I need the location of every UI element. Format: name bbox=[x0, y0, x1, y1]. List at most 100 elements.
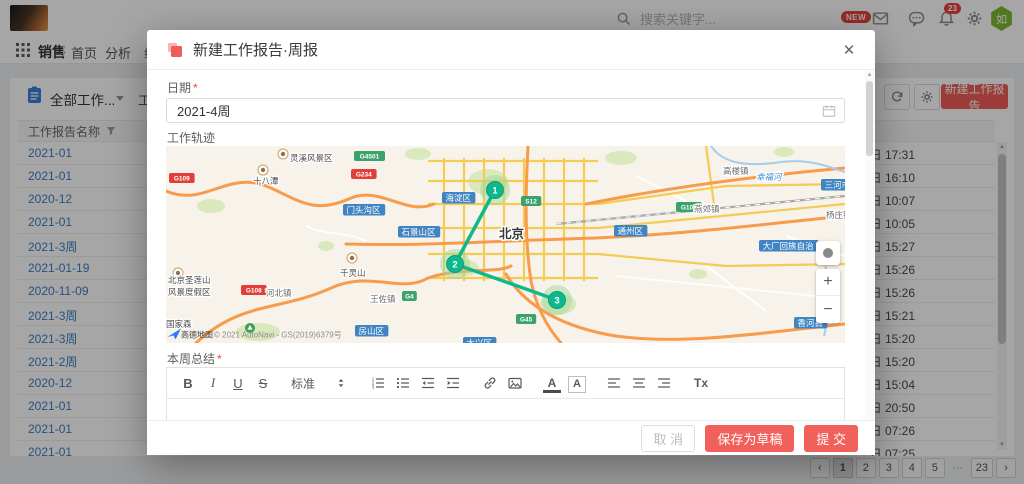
work-track-map[interactable]: G109G234G108G4501S12G102G4G45海淀区门头沟区石景山区… bbox=[166, 146, 845, 343]
editor-strikethrough-button[interactable]: S bbox=[254, 372, 272, 394]
editor-align-center-button[interactable] bbox=[630, 372, 648, 394]
editor-italic-button[interactable]: I bbox=[204, 372, 222, 394]
district-label: 通州区 bbox=[614, 225, 647, 237]
map-locate-button[interactable] bbox=[816, 241, 840, 265]
map-city-label: 北京 bbox=[499, 226, 525, 241]
screen: 搜索关键字... NEW 23 如 bbox=[0, 0, 1024, 484]
map-zoom-control: + − bbox=[816, 269, 840, 323]
svg-text:S12: S12 bbox=[525, 199, 537, 206]
map-town-label: 风景度假区 bbox=[168, 287, 211, 297]
district-label: 海淀区 bbox=[442, 192, 475, 204]
svg-text:3: 3 bbox=[554, 295, 559, 306]
report-icon bbox=[167, 42, 183, 58]
map-park bbox=[405, 148, 431, 160]
editor-image-button[interactable] bbox=[506, 372, 524, 394]
map-marker-3[interactable]: 3 bbox=[549, 292, 566, 309]
amap-logo-text: 高德地图 bbox=[181, 330, 213, 340]
map-park bbox=[689, 269, 707, 279]
zoom-in-button[interactable]: + bbox=[816, 269, 840, 296]
new-work-report-modal: 新建工作报告·周报 ✕ 日期* 2021-4周 工作轨迹 G109 G234 G10… bbox=[147, 30, 875, 455]
map-town-label: 杨庄镇 bbox=[826, 210, 845, 220]
editor-indent-button[interactable] bbox=[444, 372, 462, 394]
zoom-out-button[interactable]: − bbox=[816, 296, 840, 323]
road-badge-G108: G108 bbox=[241, 285, 267, 295]
save-draft-button[interactable]: 保存为草稿 bbox=[705, 425, 794, 452]
map-copyright: © 2021 AutoNavi - GS(2019)6379号 bbox=[214, 331, 342, 340]
map-park bbox=[605, 151, 637, 165]
svg-text:房山区: 房山区 bbox=[359, 326, 385, 336]
district-label: 石景山区 bbox=[398, 226, 440, 238]
modal-scrollbar[interactable]: ▲ bbox=[865, 71, 874, 420]
required-mark: * bbox=[217, 352, 222, 366]
locate-dot-icon bbox=[823, 248, 833, 258]
district-label: 房山区 bbox=[355, 325, 388, 337]
rich-text-editor: BIUS 标准 123 AA Tx bbox=[166, 367, 845, 420]
svg-text:G4501: G4501 bbox=[360, 154, 380, 161]
date-input[interactable]: 2021-4周 bbox=[166, 98, 845, 123]
map-marker-1[interactable]: 1 bbox=[487, 182, 504, 199]
map-town-label: 国家森 bbox=[166, 319, 192, 329]
district-label: 三河市 bbox=[821, 179, 845, 191]
editor-align-right-button[interactable] bbox=[655, 372, 673, 394]
summary-label: 本周总结* bbox=[167, 350, 222, 367]
svg-text:3: 3 bbox=[372, 385, 375, 390]
road-badge-S12: S12 bbox=[521, 196, 541, 206]
road-badge-G4: G4 bbox=[402, 291, 417, 301]
svg-text:G109: G109 bbox=[174, 176, 190, 183]
map-town-label: 北京圣莲山 bbox=[168, 275, 211, 285]
road-badge-G109: G109 bbox=[169, 173, 195, 183]
map-town-label: 灵溪风景区 bbox=[290, 153, 333, 163]
map-town-label: 幸福河 bbox=[756, 172, 783, 182]
svg-text:G4: G4 bbox=[405, 294, 414, 301]
date-label: 日期* bbox=[167, 79, 198, 96]
map-town-label: 河北镇 bbox=[266, 288, 292, 298]
district-label: 大厂回族自治 bbox=[759, 240, 819, 252]
svg-text:1: 1 bbox=[492, 185, 498, 196]
scrollbar-thumb[interactable] bbox=[866, 81, 873, 156]
svg-text:G234: G234 bbox=[356, 172, 372, 179]
date-value: 2021-4周 bbox=[177, 101, 230, 120]
editor-ordered-list-button[interactable]: 123 bbox=[369, 372, 387, 394]
map-park bbox=[197, 199, 225, 213]
editor-link-button[interactable] bbox=[481, 372, 499, 394]
map-marker-2[interactable]: 2 bbox=[447, 256, 464, 273]
modal-title: 新建工作报告·周报 bbox=[193, 39, 318, 60]
editor-font-size-button[interactable]: 标准 bbox=[291, 372, 325, 394]
map-town-label: 王佐镇 bbox=[370, 294, 396, 304]
svg-text:三河市: 三河市 bbox=[825, 180, 846, 190]
svg-text:石景山区: 石景山区 bbox=[402, 227, 437, 237]
svg-text:大兴区: 大兴区 bbox=[467, 338, 493, 343]
editor-size-stepper-button[interactable] bbox=[332, 372, 350, 394]
editor-clear-format-button[interactable]: Tx bbox=[692, 372, 710, 394]
map-town-label: 千灵山 bbox=[340, 268, 366, 278]
track-label: 工作轨迹 bbox=[167, 129, 215, 146]
map-park bbox=[318, 241, 334, 251]
map-town-label: 燕郊镇 bbox=[694, 204, 720, 214]
svg-text:G108: G108 bbox=[246, 288, 262, 295]
editor-content[interactable] bbox=[167, 399, 844, 420]
editor-align-left-button[interactable] bbox=[605, 372, 623, 394]
cancel-button[interactable]: 取 消 bbox=[641, 425, 695, 452]
map-town-label: 十八潭 bbox=[253, 176, 279, 186]
editor-font-color-button[interactable]: A bbox=[543, 376, 561, 393]
svg-text:G45: G45 bbox=[520, 317, 533, 324]
editor-bold-button[interactable]: B bbox=[179, 372, 197, 394]
road-badge-G234: G234 bbox=[351, 169, 377, 179]
editor-underline-button[interactable]: U bbox=[229, 372, 247, 394]
road-badge-G4501: G4501 bbox=[354, 151, 385, 161]
modal-footer: 取 消 保存为草稿 提 交 bbox=[147, 420, 875, 455]
editor-outdent-button[interactable] bbox=[419, 372, 437, 394]
map-town-label: 高楼镇 bbox=[723, 166, 749, 176]
svg-text:海淀区: 海淀区 bbox=[446, 193, 472, 203]
svg-text:大厂回族自治: 大厂回族自治 bbox=[763, 241, 815, 251]
scroll-up-icon[interactable]: ▲ bbox=[865, 72, 874, 78]
editor-unordered-list-button[interactable] bbox=[394, 372, 412, 394]
road-badge-G45: G45 bbox=[516, 314, 536, 324]
editor-toolbar: BIUS 标准 123 AA Tx bbox=[167, 368, 844, 399]
editor-bg-color-button[interactable]: A bbox=[568, 376, 586, 393]
modal-header: 新建工作报告·周报 ✕ bbox=[147, 30, 875, 70]
calendar-icon bbox=[822, 104, 836, 118]
close-icon[interactable]: ✕ bbox=[839, 40, 859, 60]
svg-text:2: 2 bbox=[452, 259, 457, 270]
submit-button[interactable]: 提 交 bbox=[804, 425, 858, 452]
